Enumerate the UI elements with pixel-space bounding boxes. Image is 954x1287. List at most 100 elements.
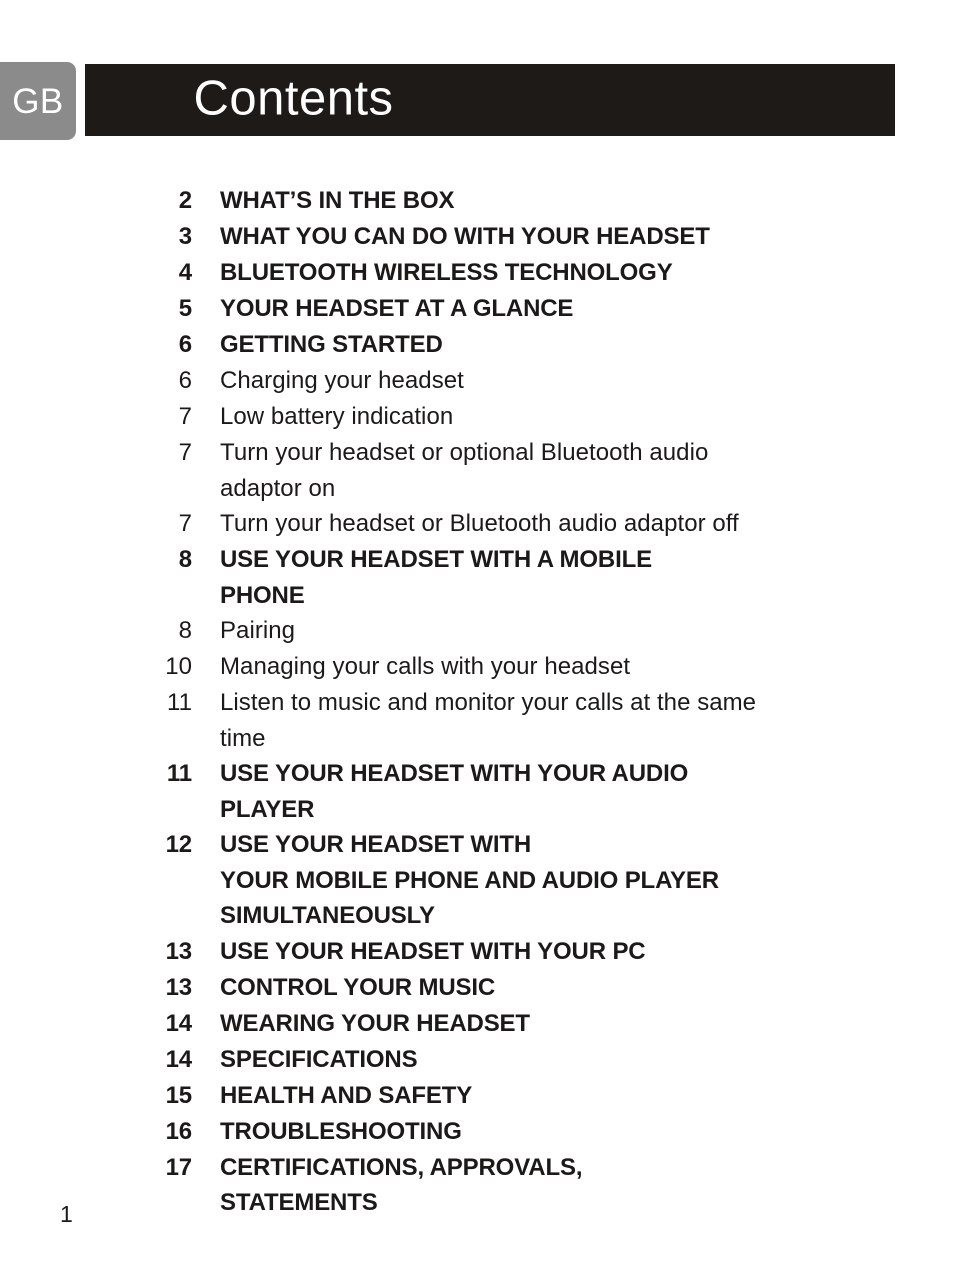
toc-entry-label-line: time [220,724,266,752]
toc-entry-label-line: CERTIFICATIONS, APPROVALS, [220,1153,583,1181]
toc-entry[interactable]: 11 USE YOUR HEADSET WITH YOUR AUDIO PLAYER [0,756,954,827]
toc-entry-label-line: WHAT’S IN THE BOX [220,187,455,214]
toc-entry-page-number: 5 [178,295,192,322]
toc-entry-label-line: SIMULTANEOUSLY [220,902,435,929]
toc-entry-label-line: Pairing [220,617,296,644]
toc-entry-label-line: USE YOUR HEADSET WITH YOUR PC [220,937,646,965]
toc-entry-label-line: USE YOUR HEADSET WITH A MOBILE [220,546,652,573]
toc-entry-label-line: HEALTH AND SAFETY [220,1081,473,1109]
toc-entry-label: YOUR HEADSET AT A GLANCE [192,291,840,327]
toc-entry-page-number: 6 [178,331,192,358]
toc-entry-page-number: 2 [178,187,192,214]
toc-entry-label: WHAT’S IN THE BOX [192,183,840,219]
title-bar: Contents [85,64,895,136]
toc-entry-page-number: 3 [178,223,192,250]
toc-entry[interactable]: 4 BLUETOOTH WIRELESS TECHNOLOGY [0,255,954,291]
toc-entry-page-number: 4 [178,259,192,286]
toc-entry-label: Turn your headset or optional Bluetooth … [192,435,840,506]
toc-entry[interactable]: 7 Turn your headset or optional Bluetooth… [0,435,954,506]
toc-entry-label: USE YOUR HEADSET WITH YOUR MOBILE PHONE A… [192,827,840,934]
toc-entry[interactable]: 2 WHAT’S IN THE BOX [0,183,954,219]
toc-entry[interactable]: 8 USE YOUR HEADSET WITH A MOBILE PHONE [0,542,954,613]
toc-entry-label: CERTIFICATIONS, APPROVALS, STATEMENTS [192,1150,840,1221]
toc-entry-page-number: 13 [165,937,193,965]
toc-entry-label: GETTING STARTED [192,327,840,363]
toc-entry-page-number: 6 [178,367,192,394]
toc-entry-label-line: Low battery indication [220,403,454,430]
toc-entry-label-line: GETTING STARTED [220,331,443,358]
toc-entry-label-line: CONTROL YOUR MUSIC [220,973,496,1001]
toc-entry[interactable]: 3 WHAT YOU CAN DO WITH YOUR HEADSET [0,219,954,255]
toc-entry[interactable]: 13 USE YOUR HEADSET WITH YOUR PC [0,934,954,970]
toc-entry-label: WEARING YOUR HEADSET [192,1006,840,1042]
toc-entry-label-line: Listen to music and monitor your calls a… [220,689,757,716]
toc-entry[interactable]: 5 YOUR HEADSET AT A GLANCE [0,291,954,327]
toc-entry[interactable]: 6 GETTING STARTED [0,327,954,363]
toc-entry-label-line: TROUBLESHOOTING [220,1117,462,1145]
toc-entry-page-number: 16 [165,1117,193,1145]
toc-entry-label: BLUETOOTH WIRELESS TECHNOLOGY [192,255,840,291]
toc-entry-label: TROUBLESHOOTING [192,1114,840,1150]
toc-entry-page-number: 17 [165,1153,193,1181]
toc-entry-page-number: 11 [166,760,192,787]
toc-entry-label: Charging your headset [192,363,840,399]
toc-entry-label: Turn your headset or Bluetooth audio ada… [192,506,840,542]
page-title: Contents [193,71,394,126]
page-header: GB Contents [0,62,954,142]
table-of-contents: 2 WHAT’S IN THE BOX 3 WHAT YOU CAN DO WITH … [0,183,954,1221]
toc-entry[interactable]: 7 Low battery indication [0,399,954,435]
toc-entry-page-number: 7 [178,439,192,466]
toc-entry[interactable]: 15 HEALTH AND SAFETY [0,1078,954,1114]
toc-entry-label: USE YOUR HEADSET WITH YOUR PC [192,934,840,970]
toc-entry-label-line: USE YOUR HEADSET WITH [220,831,532,858]
toc-entry-label: HEALTH AND SAFETY [192,1078,840,1114]
toc-entry[interactable]: 7 Turn your headset or Bluetooth audio ad… [0,506,954,542]
toc-entry-label: Pairing [192,613,840,649]
toc-entry-label-line: YOUR HEADSET AT A GLANCE [220,295,574,322]
toc-entry[interactable]: 13 CONTROL YOUR MUSIC [0,970,954,1006]
toc-entry-page-number: 10 [165,653,192,680]
toc-entry-page-number: 14 [165,1009,193,1037]
toc-entry-label-line: BLUETOOTH WIRELESS TECHNOLOGY [220,259,673,286]
toc-entry-page-number: 7 [178,403,192,430]
toc-entry-page-number: 15 [165,1081,193,1109]
toc-entry-page-number: 7 [178,510,192,537]
toc-entry-label: Managing your calls with your headset [192,649,840,685]
toc-entry-label: Listen to music and monitor your calls a… [192,685,840,756]
toc-entry-page-number: 14 [165,1045,193,1073]
toc-entry-label-line: WEARING YOUR HEADSET [220,1009,530,1037]
toc-entry-label: USE YOUR HEADSET WITH A MOBILE PHONE [192,542,840,613]
footer-page-number: 1 [60,1201,73,1227]
language-badge-label: GB [12,81,64,121]
toc-entry-label-line: Charging your headset [220,367,464,394]
toc-entry-label-line: adaptor on [220,474,336,502]
toc-entry-label-line: Turn your headset or optional Bluetooth … [220,439,709,466]
toc-entry[interactable]: 8 Pairing [0,613,954,649]
toc-entry-page-number: 11 [166,689,192,716]
toc-entry[interactable]: 12 USE YOUR HEADSET WITH YOUR MOBILE PHONE… [0,827,954,934]
toc-entry[interactable]: 6 Charging your headset [0,363,954,399]
toc-entry-label-line: USE YOUR HEADSET WITH YOUR AUDIO [220,760,689,787]
toc-entry-label: USE YOUR HEADSET WITH YOUR AUDIO PLAYER [192,756,840,827]
toc-entry-page-number: 12 [165,831,193,858]
toc-entry-label-line: PLAYER [220,795,315,823]
toc-entry-label-line: STATEMENTS [220,1189,378,1216]
toc-entry-label-line: WHAT YOU CAN DO WITH YOUR HEADSET [220,223,710,250]
toc-entry-label: Low battery indication [192,399,840,435]
toc-entry[interactable]: 14 SPECIFICATIONS [0,1042,954,1078]
toc-entry-label-line: Turn your headset or Bluetooth audio ada… [220,510,739,537]
toc-entry-page-number: 8 [178,546,192,573]
toc-entry[interactable]: 10 Managing your calls with your headset [0,649,954,685]
toc-entry[interactable]: 16 TROUBLESHOOTING [0,1114,954,1150]
toc-entry-label: SPECIFICATIONS [192,1042,840,1078]
toc-entry[interactable]: 14 WEARING YOUR HEADSET [0,1006,954,1042]
toc-entry-label-line: SPECIFICATIONS [220,1045,418,1073]
page-footer: 1 [60,1200,180,1228]
toc-entry-label-line: YOUR MOBILE PHONE AND AUDIO PLAYER [220,866,719,894]
toc-entry-page-number: 13 [165,973,193,1001]
toc-entry-page-number: 8 [178,617,192,644]
toc-entry[interactable]: 11 Listen to music and monitor your calls… [0,685,954,756]
toc-entry-label: CONTROL YOUR MUSIC [192,970,840,1006]
language-badge: GB [0,62,76,140]
toc-entry-label-line: PHONE [220,581,305,609]
